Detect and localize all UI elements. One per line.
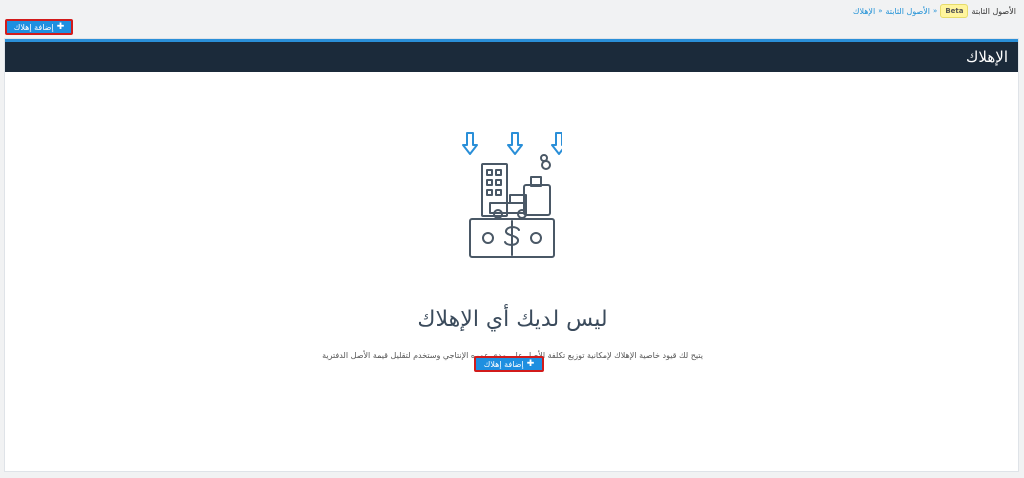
- depreciation-illustration-icon: [462, 132, 562, 258]
- plus-icon: ✚: [526, 359, 535, 369]
- breadcrumb-separator-icon: «: [878, 7, 883, 15]
- breadcrumb-root: الأصول الثابتة: [971, 6, 1016, 16]
- beta-badge: Beta: [940, 4, 969, 18]
- breadcrumb: الأصول الثابتة Beta « الأصول الثابتة « ا…: [853, 4, 1016, 18]
- add-depreciation-center-button[interactable]: ✚ إضافة إهلاك: [474, 356, 544, 372]
- breadcrumb-link-depreciation[interactable]: الإهلاك: [853, 7, 875, 16]
- down-arrow-icon: [462, 132, 562, 155]
- panel-header: الإهلاك: [5, 39, 1018, 72]
- page-title: الإهلاك: [966, 48, 1008, 66]
- add-depreciation-button[interactable]: ✚ إضافة إهلاك: [5, 19, 73, 35]
- breadcrumb-separator-icon: «: [933, 7, 938, 15]
- breadcrumb-link-fixed-assets[interactable]: الأصول الثابتة: [886, 7, 931, 16]
- depreciation-panel: الإهلاك ليس لديك أي الإهلاك يتيح لك قيود…: [4, 38, 1019, 472]
- top-bar: الأصول الثابتة Beta « الأصول الثابتة « ا…: [0, 0, 1024, 38]
- plus-icon: ✚: [56, 22, 65, 32]
- add-depreciation-center-label: إضافة إهلاك: [483, 359, 524, 369]
- add-depreciation-label: إضافة إهلاك: [13, 22, 54, 32]
- empty-state-title: ليس لديك أي الإهلاك: [417, 307, 608, 332]
